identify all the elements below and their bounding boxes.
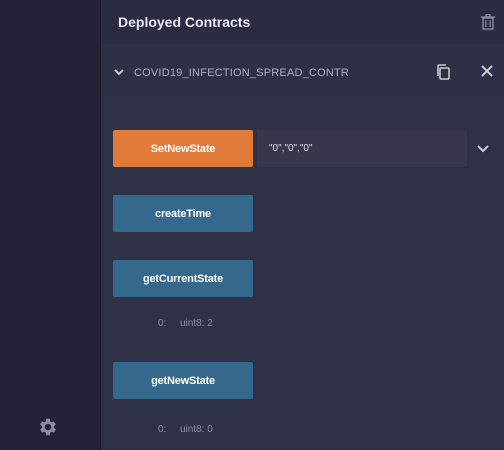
panel-header: Deployed Contracts [101, 0, 504, 44]
trash-icon[interactable] [481, 14, 495, 30]
chevron-down-icon[interactable] [114, 69, 124, 76]
panel-title: Deployed Contracts [118, 14, 251, 30]
get-current-state-button[interactable]: getCurrentState [113, 260, 253, 297]
close-icon[interactable] [481, 65, 493, 77]
contract-name: COVID19_INFECTION_SPREAD_CONTR [134, 67, 350, 79]
output-value: uint8: 0 [180, 424, 213, 435]
icon-sidebar [0, 0, 101, 450]
create-time-button[interactable]: createTime [113, 195, 253, 232]
deployed-contracts-panel: Deployed Contracts COVID19_INFECTION_SPR… [101, 0, 504, 450]
output-value: uint8: 2 [180, 318, 213, 329]
copy-icon[interactable] [436, 64, 450, 80]
get-current-state-output: 0: uint8: 2 [158, 318, 213, 329]
output-index: 0: [158, 318, 167, 329]
gear-icon[interactable] [37, 416, 59, 438]
get-new-state-output: 0: uint8: 0 [158, 424, 213, 435]
output-index: 0: [158, 424, 167, 435]
contract-instance: COVID19_INFECTION_SPREAD_CONTR SetNewSta… [101, 44, 504, 450]
contract-header[interactable]: COVID19_INFECTION_SPREAD_CONTR [101, 44, 504, 100]
get-new-state-button[interactable]: getNewState [113, 362, 253, 399]
set-new-state-args-input[interactable]: "0","0","0" [257, 130, 467, 167]
set-new-state-button[interactable]: SetNewState [113, 130, 253, 167]
chevron-down-icon[interactable] [477, 145, 489, 153]
